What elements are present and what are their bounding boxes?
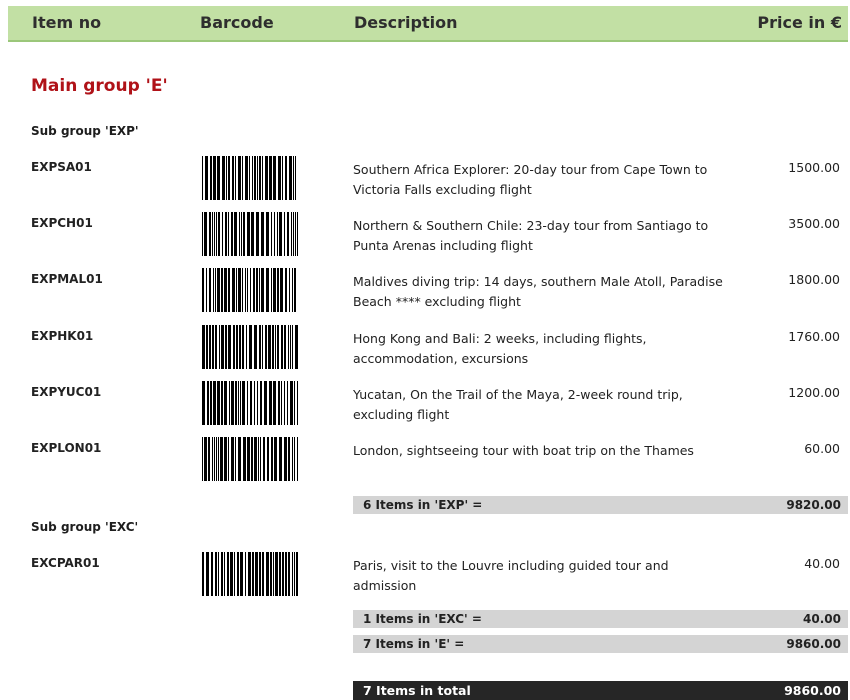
- item-number: EXPLON01: [31, 441, 102, 455]
- header-price: Price in €: [757, 13, 842, 32]
- barcode-image: [202, 552, 298, 596]
- header-barcode: Barcode: [200, 13, 274, 32]
- item-description: Hong Kong and Bali: 2 weeks, including f…: [353, 331, 647, 366]
- table-header: Item no Barcode Description Price in €: [8, 6, 848, 42]
- table-row: EXPMAL01 Maldives diving trip: 14 days, …: [0, 268, 850, 318]
- item-price: 1500.00: [788, 160, 840, 175]
- item-number: EXPHK01: [31, 329, 94, 343]
- barcode-image: [202, 381, 298, 425]
- item-price: 1760.00: [788, 329, 840, 344]
- total-value: 9860.00: [784, 683, 841, 698]
- subgroup-summary-exp: 6 Items in 'EXP' = 9820.00: [353, 496, 848, 514]
- table-row: EXPYUC01 Yucatan, On the Trail of the Ma…: [0, 381, 850, 431]
- summary-label: 7 Items in 'E' =: [363, 637, 465, 651]
- summary-value: 9860.00: [786, 637, 841, 651]
- barcode-image: [202, 325, 298, 369]
- header-description: Description: [354, 13, 458, 32]
- header-item-no: Item no: [32, 13, 102, 32]
- item-description: Paris, visit to the Louvre including gui…: [353, 558, 669, 593]
- summary-value: 40.00: [803, 612, 841, 626]
- item-description: Southern Africa Explorer: 20-day tour fr…: [353, 162, 708, 197]
- table-row: EXCPAR01 Paris, visit to the Louvre incl…: [0, 552, 850, 602]
- barcode-image: [202, 437, 298, 481]
- table-row: EXPSA01 Southern Africa Explorer: 20-day…: [0, 156, 850, 206]
- summary-label: 6 Items in 'EXP' =: [363, 498, 483, 512]
- table-row: EXPLON01 London, sightseeing tour with b…: [0, 437, 850, 487]
- summary-value: 9820.00: [786, 498, 841, 512]
- table-row: EXPHK01 Hong Kong and Bali: 2 weeks, inc…: [0, 325, 850, 375]
- barcode-image: [202, 156, 296, 200]
- item-description: Northern & Southern Chile: 23-day tour f…: [353, 218, 709, 253]
- summary-label: 1 Items in 'EXC' =: [363, 612, 482, 626]
- item-price: 1800.00: [788, 272, 840, 287]
- item-number: EXPSA01: [31, 160, 92, 174]
- item-number: EXPCH01: [31, 216, 93, 230]
- subgroup-title-exc: Sub group 'EXC': [31, 520, 139, 534]
- subgroup-summary-exc: 1 Items in 'EXC' = 40.00: [353, 610, 848, 628]
- table-row: EXPCH01 Northern & Southern Chile: 23-da…: [0, 212, 850, 262]
- item-price: 1200.00: [788, 385, 840, 400]
- total-label: 7 Items in total: [363, 683, 471, 698]
- grand-total-bar: 7 Items in total 9860.00: [353, 681, 848, 700]
- item-price: 40.00: [804, 556, 840, 571]
- item-description: Maldives diving trip: 14 days, southern …: [353, 274, 723, 309]
- barcode-image: [202, 268, 296, 312]
- item-description: London, sightseeing tour with boat trip …: [353, 443, 694, 458]
- item-description: Yucatan, On the Trail of the Maya, 2-wee…: [353, 387, 683, 422]
- main-group-summary: 7 Items in 'E' = 9860.00: [353, 635, 848, 653]
- item-number: EXPMAL01: [31, 272, 103, 286]
- item-number: EXPYUC01: [31, 385, 102, 399]
- subgroup-title-exp: Sub group 'EXP': [31, 124, 139, 138]
- item-number: EXCPAR01: [31, 556, 100, 570]
- main-group-title: Main group 'E': [31, 76, 168, 96]
- barcode-image: [202, 212, 298, 256]
- item-price: 3500.00: [788, 216, 840, 231]
- item-price: 60.00: [804, 441, 840, 456]
